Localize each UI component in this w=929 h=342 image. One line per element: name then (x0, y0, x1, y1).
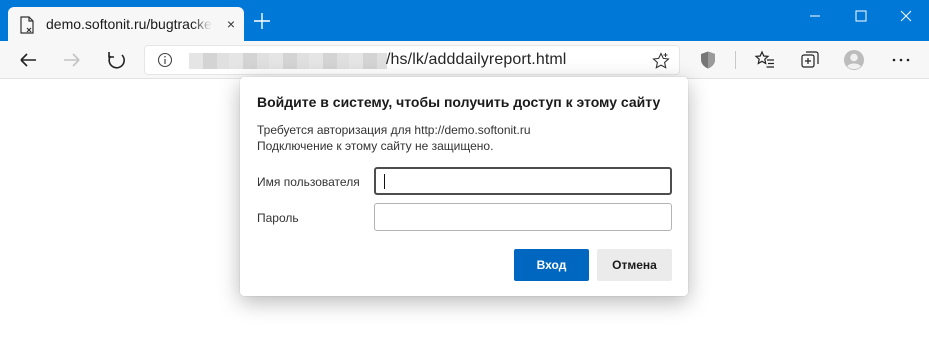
url-blurred-prefix (189, 53, 387, 69)
login-button[interactable]: Вход (514, 249, 589, 281)
address-bar[interactable]: /hs/lk/adddailyreport.html (144, 45, 680, 75)
auth-dialog: Войдите в систему, чтобы получить доступ… (240, 77, 688, 296)
tab-title: demo.softonit.ru/bugtracker/hs/l (46, 16, 212, 32)
more-menu-icon[interactable] (890, 49, 912, 71)
username-label: Имя пользователя (257, 175, 360, 189)
connection-warning-text: Подключение к этому сайту не защищено. (257, 139, 494, 153)
title-bar: demo.softonit.ru/bugtracker/hs/l × (0, 0, 929, 41)
toolbar-separator (735, 51, 736, 69)
close-window-icon[interactable] (883, 0, 929, 32)
favorites-icon[interactable] (754, 49, 776, 71)
star-icon[interactable] (651, 51, 671, 71)
password-label: Пароль (257, 211, 299, 225)
tab-close-icon[interactable]: × (222, 15, 240, 33)
minimize-icon[interactable] (792, 0, 838, 32)
info-icon[interactable] (157, 52, 173, 68)
browser-tab[interactable]: demo.softonit.ru/bugtracker/hs/l × (8, 7, 244, 41)
dialog-title: Войдите в систему, чтобы получить доступ… (257, 94, 661, 110)
url-text[interactable]: /hs/lk/adddailyreport.html (386, 51, 566, 69)
profile-avatar-icon[interactable] (843, 49, 865, 71)
auth-required-text: Требуется авторизация для http://demo.so… (257, 123, 531, 137)
new-tab-plus-icon[interactable] (251, 10, 273, 32)
reload-icon[interactable] (102, 46, 130, 74)
maximize-icon[interactable] (838, 0, 884, 32)
collections-icon[interactable] (799, 49, 821, 71)
text-caret (384, 174, 385, 189)
forward-arrow-icon[interactable] (58, 46, 86, 74)
page-document-icon (20, 16, 34, 34)
shield-icon[interactable] (697, 49, 719, 71)
cancel-button[interactable]: Отмена (597, 249, 672, 281)
browser-toolbar: /hs/lk/adddailyreport.html (0, 41, 929, 79)
back-arrow-icon[interactable] (14, 46, 42, 74)
username-input[interactable] (374, 167, 672, 195)
password-input[interactable] (374, 203, 672, 231)
